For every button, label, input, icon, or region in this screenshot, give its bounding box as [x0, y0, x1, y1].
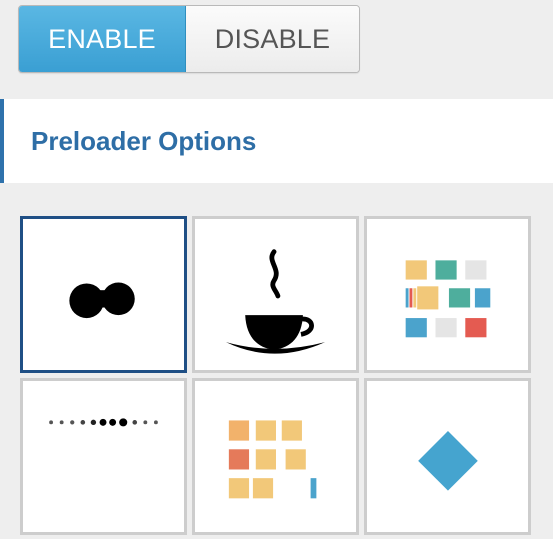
disable-button[interactable]: DISABLE — [186, 6, 359, 72]
preloader-option-6[interactable] — [364, 378, 531, 535]
enable-disable-toggle[interactable]: ENABLE DISABLE — [18, 5, 360, 73]
orange-squares-icon — [228, 420, 317, 499]
dots-wave-icon — [49, 418, 158, 427]
preloader-option-1[interactable] — [20, 216, 187, 373]
preloader-option-5[interactable] — [192, 378, 359, 535]
blue-diamond-icon — [418, 431, 478, 491]
preloader-options-header: Preloader Options — [0, 99, 553, 183]
preloader-option-2[interactable] — [192, 216, 359, 373]
morphing-blob-icon — [69, 282, 135, 319]
colored-squares-icon — [405, 260, 491, 338]
preloader-option-4[interactable] — [20, 378, 187, 535]
preloader-option-3[interactable] — [364, 216, 531, 373]
section-title: Preloader Options — [31, 125, 257, 156]
enable-button[interactable]: ENABLE — [19, 6, 186, 72]
coffee-cup-icon — [225, 249, 326, 354]
